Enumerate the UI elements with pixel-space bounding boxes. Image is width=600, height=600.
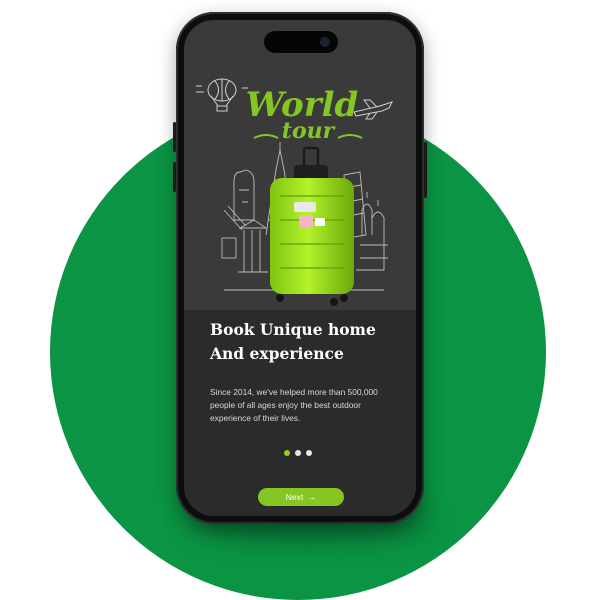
onboarding-panel: Book Unique home And experience Since 20…: [184, 310, 416, 516]
mockup-stage: World tour Book Unique home And experien…: [0, 0, 600, 600]
onboarding-description: Since 2014, we've helped more than 500,0…: [210, 387, 378, 423]
hero-illustration: World tour: [184, 20, 416, 310]
balloon-icon: [196, 78, 248, 112]
world-tour-illustration: World tour: [196, 78, 393, 306]
side-button: [424, 142, 427, 198]
phone-frame: World tour Book Unique home And experien…: [173, 12, 427, 524]
page-indicator: [284, 450, 312, 456]
world-tour-logo: World tour: [246, 85, 363, 144]
logo-word-tour: tour: [282, 118, 336, 144]
airplane-icon: [353, 99, 393, 120]
page-dot-3[interactable]: [306, 450, 312, 456]
next-button[interactable]: Next →: [258, 488, 344, 506]
dynamic-island: [264, 31, 338, 53]
phone-screen: World tour Book Unique home And experien…: [184, 20, 416, 516]
page-dot-1[interactable]: [284, 450, 290, 456]
volume-button: [173, 122, 176, 152]
next-button-label: Next: [285, 492, 304, 502]
onboarding-title: Book Unique home And experience: [210, 320, 376, 363]
suitcase-illustration: [270, 146, 354, 306]
camera-icon: [320, 37, 330, 47]
arrow-right-icon: →: [307, 491, 317, 502]
volume-button: [173, 162, 176, 192]
page-dot-2[interactable]: [295, 450, 301, 456]
